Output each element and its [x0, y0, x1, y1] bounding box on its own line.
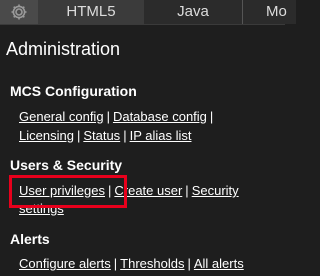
- ip-alias-list-link[interactable]: IP alias list: [130, 128, 192, 143]
- create-user-link[interactable]: Create user: [114, 183, 182, 198]
- security-link[interactable]: Security: [192, 183, 239, 198]
- tab-more[interactable]: Mo: [266, 0, 296, 24]
- users-links-line-2: settings: [19, 201, 64, 216]
- tab-html5[interactable]: HTML5: [38, 0, 144, 24]
- separator: |: [106, 109, 110, 124]
- database-config-link[interactable]: Database config: [113, 109, 207, 124]
- section-heading-alerts: Alerts: [10, 231, 50, 247]
- separator: |: [185, 183, 189, 198]
- mcs-links-line-1: General config | Database config |: [19, 109, 216, 124]
- status-link[interactable]: Status: [83, 128, 120, 143]
- section-heading-users-security: Users & Security: [10, 157, 123, 173]
- general-config-link[interactable]: General config: [19, 109, 104, 124]
- licensing-link[interactable]: Licensing: [19, 128, 74, 143]
- security-settings-link[interactable]: settings: [19, 201, 64, 216]
- mcs-links-line-2: Licensing | Status | IP alias list: [19, 128, 191, 143]
- tab-settings[interactable]: [0, 0, 38, 24]
- separator: |: [76, 128, 81, 143]
- tab-divider: [242, 0, 243, 24]
- tab-bar: HTML5 Java Mo: [0, 0, 296, 25]
- all-alerts-link[interactable]: All alerts: [194, 256, 244, 271]
- section-heading-mcs: MCS Configuration: [10, 83, 137, 99]
- alerts-links-line: Configure alerts | Thresholds | All alerts: [19, 256, 244, 271]
- separator: |: [107, 183, 112, 198]
- separator: |: [209, 109, 214, 124]
- page-title: Administration: [6, 39, 121, 59]
- separator: |: [123, 128, 127, 143]
- users-links-line-1: User privileges | Create user | Security: [19, 183, 239, 198]
- thresholds-link[interactable]: Thresholds: [120, 256, 184, 271]
- separator: |: [187, 256, 191, 271]
- user-privileges-link[interactable]: User privileges: [19, 183, 105, 198]
- admin-panel: Administration MCS Configuration General…: [0, 25, 285, 276]
- tab-java[interactable]: Java: [144, 0, 242, 24]
- gear-icon: [11, 4, 27, 20]
- separator: |: [113, 256, 118, 271]
- configure-alerts-link[interactable]: Configure alerts: [19, 256, 111, 271]
